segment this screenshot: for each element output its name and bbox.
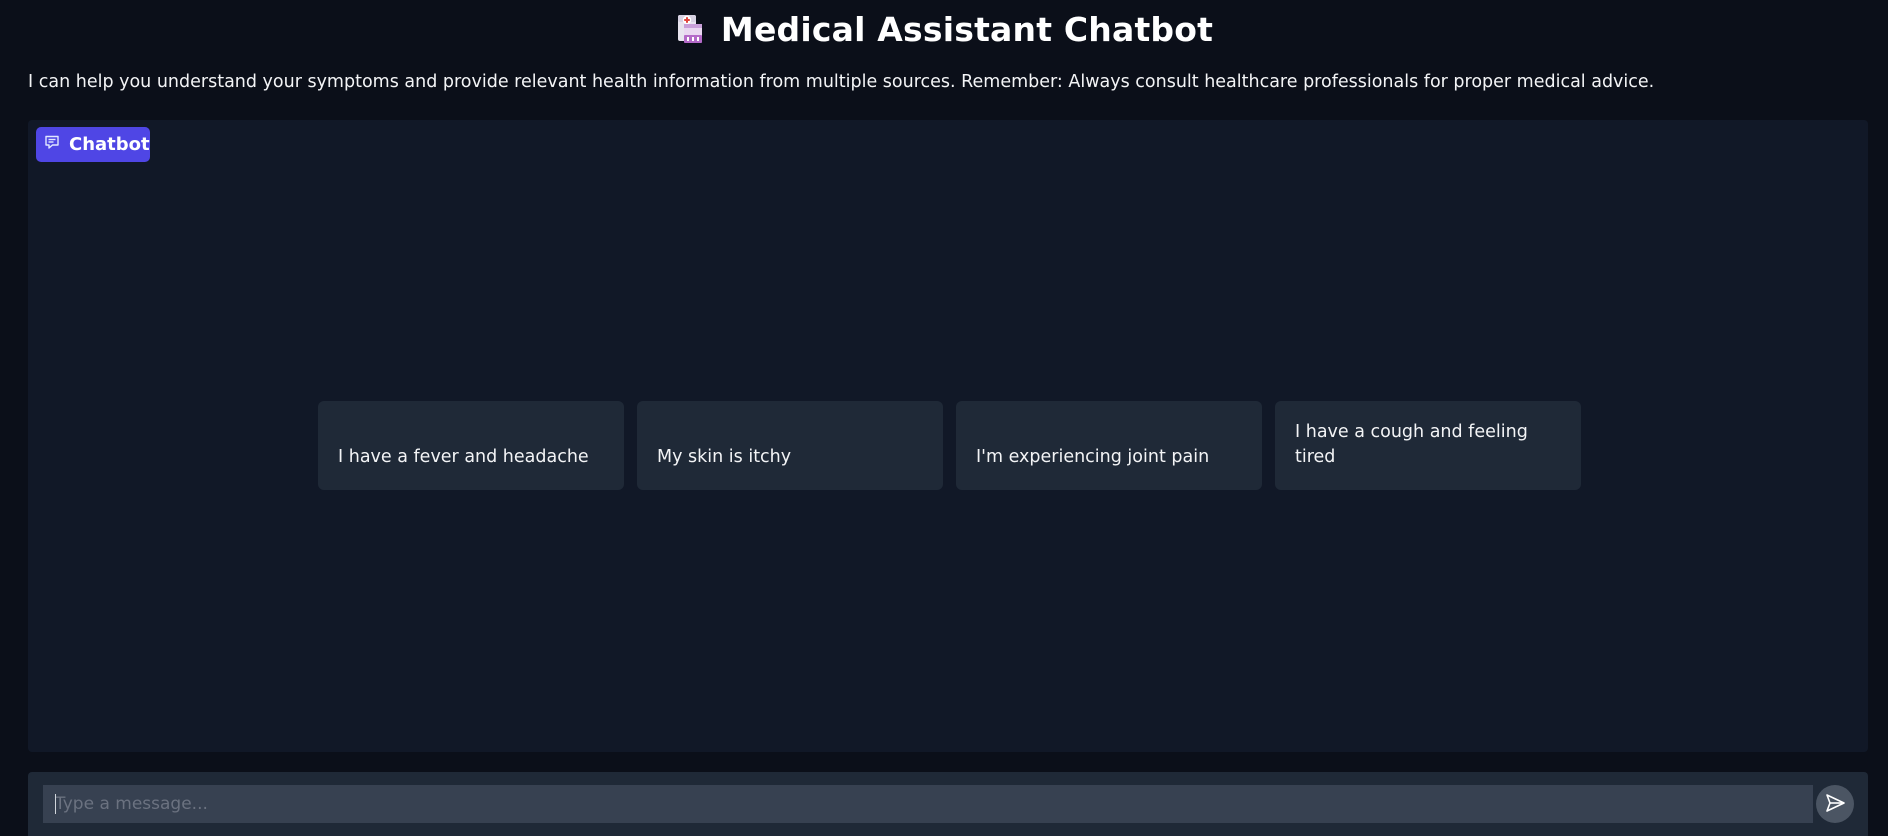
send-button[interactable] xyxy=(1816,785,1854,823)
example-prompt-itchy-skin[interactable]: My skin is itchy xyxy=(637,401,943,490)
chatbot-panel: Chatbot I have a fever and headache My s… xyxy=(28,120,1868,752)
description-text: I can help you understand your symptoms … xyxy=(28,72,1655,92)
message-input[interactable] xyxy=(43,785,1813,823)
page-title: Medical Assistant Chatbot xyxy=(720,9,1214,49)
example-prompt-joint-pain[interactable]: I'm experiencing joint pain xyxy=(956,401,1262,490)
send-icon xyxy=(1824,792,1846,817)
app-page: Medical Assistant Chatbot I can help you… xyxy=(0,0,1888,836)
hospital-icon xyxy=(675,11,705,47)
chatbot-label: Chatbot xyxy=(36,127,150,162)
header: Medical Assistant Chatbot xyxy=(0,0,1888,58)
example-prompt-cough[interactable]: I have a cough and feeling tired xyxy=(1275,401,1581,490)
message-input-bar xyxy=(28,772,1868,836)
example-prompts: I have a fever and headache My skin is i… xyxy=(318,401,1581,490)
chatbot-label-text: Chatbot xyxy=(69,134,150,155)
example-prompt-fever[interactable]: I have a fever and headache xyxy=(318,401,624,490)
chat-bubble-icon xyxy=(44,134,60,155)
text-cursor xyxy=(55,794,56,814)
